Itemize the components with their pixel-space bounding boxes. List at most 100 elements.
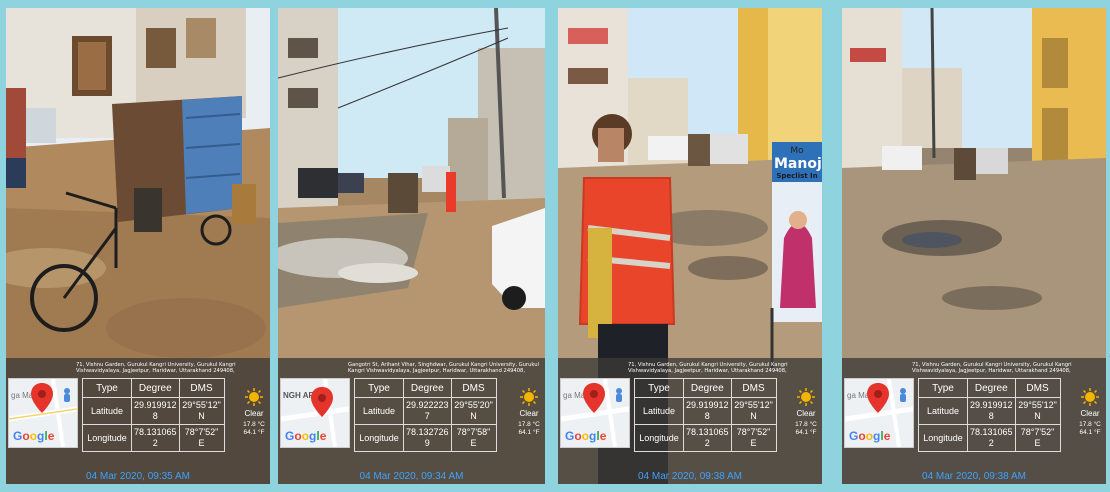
google-letter-o2: o — [581, 429, 590, 443]
photo-panel-2: Gangotri St, Arihant Vihar, Singhdwar, G… — [278, 8, 545, 484]
longitude-label: Longitude — [634, 424, 684, 452]
pegman-icon — [64, 388, 70, 402]
latitude-dms: 29°55'12" N — [730, 397, 777, 425]
geotag-overlay: 71, Vishnu Garden, Gurukul Kangri Univer… — [6, 358, 270, 484]
map-pin-icon — [311, 387, 333, 417]
google-letter-g: G — [13, 429, 23, 443]
latitude-dms: 29°55'12" N — [178, 397, 225, 425]
header-dms: DMS — [178, 378, 225, 398]
address-text: Gangotri St, Arihant Vihar, Singhdwar, G… — [348, 362, 539, 374]
map-pin-icon — [583, 383, 605, 413]
google-letter-o2: o — [865, 429, 874, 443]
latitude-label: Latitude — [354, 397, 404, 425]
temperature-fahrenheit: 64.1 °F — [1079, 429, 1101, 436]
longitude-label: Longitude — [354, 424, 404, 452]
sun-icon — [245, 388, 263, 406]
google-letter-g: G — [285, 429, 295, 443]
header-degree: Degree — [131, 378, 180, 398]
latitude-degree: 29.922223 7 — [403, 397, 452, 425]
pegman-icon — [616, 388, 622, 402]
address-text: 71, Vishnu Garden, Gurukul Kangri Univer… — [628, 362, 788, 374]
map-pin-icon — [31, 383, 53, 413]
google-letter-o1: o — [858, 429, 866, 443]
signboard-line1: Mo — [790, 146, 804, 156]
sun-icon — [520, 388, 538, 406]
latitude-degree: 29.919912 8 — [683, 397, 732, 425]
latitude-dms: 29°55'12" N — [1014, 397, 1061, 425]
google-logo: Google — [285, 429, 326, 443]
google-letter-e: e — [599, 429, 607, 443]
latitude-label: Latitude — [82, 397, 132, 425]
longitude-dms: 78°7'52" E — [1014, 424, 1061, 452]
header-dms: DMS — [1014, 378, 1061, 398]
timestamp: 04 Mar 2020, 09:34 AM — [359, 471, 464, 482]
header-dms: DMS — [450, 378, 497, 398]
google-logo: Google — [849, 429, 890, 443]
temperature-celsius: 17.8 °C — [795, 421, 817, 428]
google-letter-o1: o — [574, 429, 582, 443]
longitude-dms: 78°7'52" E — [730, 424, 777, 452]
weather-condition: Clear — [519, 409, 539, 418]
weather-block: Clear 17.8 °C 64.1 °F — [517, 388, 541, 437]
header-degree: Degree — [683, 378, 732, 398]
latitude-label: Latitude — [634, 397, 684, 425]
map-pin-icon — [867, 383, 889, 413]
header-dms: DMS — [730, 378, 777, 398]
temperature-celsius: 17.8 °C — [1079, 421, 1101, 428]
longitude-degree: 78.132726 9 — [403, 424, 452, 452]
google-letter-o2: o — [301, 429, 310, 443]
google-letter-o2: o — [29, 429, 38, 443]
google-letter-e: e — [883, 429, 891, 443]
pegman-icon — [900, 388, 906, 402]
header-degree: Degree — [967, 378, 1016, 398]
map-thumbnail: ga Ma ar Google — [560, 378, 630, 448]
weather-condition: Clear — [796, 409, 816, 418]
weather-block: Clear 17.8 °C 64.1 °F — [794, 388, 818, 437]
timestamp: 04 Mar 2020, 09:38 AM — [638, 471, 742, 482]
google-letter-o1: o — [294, 429, 302, 443]
weather-condition: Clear — [1080, 409, 1100, 418]
longitude-dms: 78°7'52" E — [178, 424, 225, 452]
signboard-line2: Manoj — [774, 156, 822, 172]
temperature-fahrenheit: 64.1 °F — [795, 429, 817, 436]
sun-icon — [1081, 388, 1099, 406]
map-street-label: NGH AR — [283, 391, 315, 400]
weather-block: Clear 17.8 °C 64.1 °F — [242, 388, 266, 437]
google-letter-e: e — [47, 429, 55, 443]
geotag-overlay: 71, Vishnu Garden, Gurukul Kangri Univer… — [842, 358, 1106, 484]
google-letter-g: G — [849, 429, 859, 443]
address-text: 71, Vishnu Garden, Gurukul Kangri Univer… — [76, 362, 236, 374]
google-logo: Google — [565, 429, 606, 443]
header-type: Type — [918, 378, 968, 398]
gps-table: Type Degree DMS Latitude 29.919912 8 29°… — [918, 378, 1061, 452]
header-degree: Degree — [403, 378, 452, 398]
google-logo: Google — [13, 429, 54, 443]
google-letter-g: G — [565, 429, 575, 443]
temperature-celsius: 17.8 °C — [243, 421, 265, 428]
geotag-overlay: Gangotri St, Arihant Vihar, Singhdwar, G… — [278, 358, 545, 484]
gps-table: Type Degree DMS Latitude 29.922223 7 29°… — [354, 378, 497, 452]
photo-panel-4: 71, Vishnu Garden, Gurukul Kangri Univer… — [842, 8, 1106, 484]
temperature-celsius: 17.8 °C — [518, 421, 540, 428]
gps-table: Type Degree DMS Latitude 29.919912 8 29°… — [634, 378, 777, 452]
google-letter-e: e — [319, 429, 327, 443]
longitude-degree: 78.131065 2 — [131, 424, 180, 452]
map-thumbnail: NGH AR Google — [280, 378, 350, 448]
temperature-fahrenheit: 64.1 °F — [243, 429, 265, 436]
timestamp: 04 Mar 2020, 09:35 AM — [86, 471, 190, 482]
latitude-degree: 29.919912 8 — [967, 397, 1016, 425]
shop-signboard: Mo Manoj Speclist In — [774, 146, 822, 180]
sun-icon — [797, 388, 815, 406]
timestamp: 04 Mar 2020, 09:38 AM — [922, 471, 1026, 482]
longitude-label: Longitude — [918, 424, 968, 452]
google-letter-o1: o — [22, 429, 30, 443]
map-thumbnail: ga Ma ar Google — [844, 378, 914, 448]
address-text: 71, Vishnu Garden, Gurukul Kangri Univer… — [912, 362, 1072, 374]
latitude-dms: 29°55'20" N — [450, 397, 497, 425]
weather-block: Clear 17.8 °C 64.1 °F — [1078, 388, 1102, 437]
longitude-degree: 78.131065 2 — [683, 424, 732, 452]
photo-panel-1: 71, Vishnu Garden, Gurukul Kangri Univer… — [6, 8, 270, 484]
geotag-overlay: 71, Vishnu Garden, Gurukul Kangri Univer… — [558, 358, 822, 484]
weather-condition: Clear — [244, 409, 264, 418]
latitude-label: Latitude — [918, 397, 968, 425]
